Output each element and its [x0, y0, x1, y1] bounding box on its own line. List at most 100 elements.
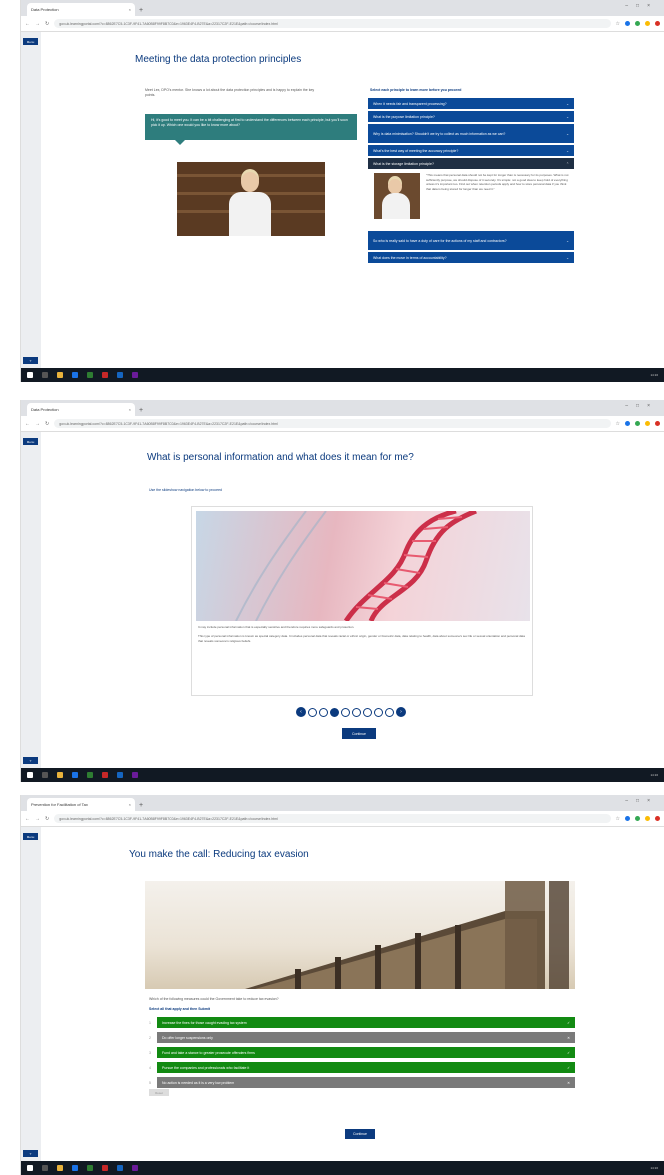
profile-avatar[interactable]: [655, 21, 660, 26]
pager-dot[interactable]: [374, 707, 383, 717]
url-input[interactable]: gov.uk.learningportal.com/?c=8862E7C5-1C…: [54, 419, 611, 428]
forward-icon[interactable]: →: [35, 21, 40, 27]
reload-icon[interactable]: ↻: [45, 816, 49, 822]
accordion-label: So who is really said to have a duty of …: [373, 238, 507, 243]
folder-icon[interactable]: [57, 1165, 63, 1171]
accordion-item-open[interactable]: What is the storage limitation principle…: [368, 158, 574, 169]
menu-button[interactable]: Menu: [23, 38, 38, 45]
profile-avatar[interactable]: [655, 421, 660, 426]
new-tab-icon[interactable]: +: [139, 407, 143, 414]
back-icon[interactable]: ←: [25, 21, 30, 27]
app-icon[interactable]: [117, 372, 123, 378]
close-tab-icon[interactable]: ×: [129, 407, 131, 412]
accordion-item[interactable]: When it needs fair and transparent proce…: [368, 98, 574, 109]
search-icon[interactable]: [42, 372, 48, 378]
extension-icon[interactable]: [625, 421, 630, 426]
pager-dot[interactable]: [352, 707, 361, 717]
app-icon[interactable]: [102, 1165, 108, 1171]
back-icon[interactable]: ←: [25, 421, 30, 427]
close-tab-icon[interactable]: ×: [129, 802, 131, 807]
help-button[interactable]: ?: [23, 1150, 38, 1157]
start-icon[interactable]: [27, 772, 33, 778]
accordion-item[interactable]: What does the move in terms of accountab…: [368, 252, 574, 263]
pager-dot[interactable]: [319, 707, 328, 717]
star-icon[interactable]: ☆: [616, 816, 620, 822]
pager-dot[interactable]: [341, 707, 350, 717]
new-tab-icon[interactable]: +: [139, 802, 143, 809]
back-icon[interactable]: ←: [25, 816, 30, 822]
extension-icon[interactable]: [635, 816, 640, 821]
window-controls[interactable]: –□×: [625, 3, 658, 9]
search-icon[interactable]: [42, 1165, 48, 1171]
browser-icon[interactable]: [72, 372, 78, 378]
pager-dot[interactable]: [308, 707, 317, 717]
app-icon[interactable]: [117, 772, 123, 778]
previous-arrow-icon[interactable]: ‹: [296, 707, 306, 717]
reload-icon[interactable]: ↻: [45, 421, 49, 427]
accordion-item[interactable]: Why is data minimisation? Shouldn't we t…: [368, 124, 574, 143]
close-tab-icon[interactable]: ×: [129, 7, 131, 12]
menu-button[interactable]: Menu: [23, 833, 38, 840]
window-controls[interactable]: –□×: [625, 798, 658, 804]
accordion-item[interactable]: So who is really said to have a duty of …: [368, 231, 574, 250]
continue-button[interactable]: Continue: [342, 728, 376, 739]
extension-icon[interactable]: [635, 421, 640, 426]
pager-dot-current[interactable]: [330, 707, 339, 717]
browser-tab[interactable]: Data Protection ×: [27, 403, 135, 416]
folder-icon[interactable]: [57, 372, 63, 378]
browser-icon[interactable]: [72, 772, 78, 778]
star-icon[interactable]: ☆: [616, 421, 620, 427]
accordion-item[interactable]: What's the best way of meeting the accur…: [368, 145, 574, 156]
url-input[interactable]: gov.uk.learningportal.com/?c=8862E7C5-1C…: [54, 814, 611, 823]
app-icon[interactable]: [87, 372, 93, 378]
extension-icon[interactable]: [625, 816, 630, 821]
window-controls[interactable]: –□×: [625, 403, 658, 409]
profile-avatar[interactable]: [655, 816, 660, 821]
start-icon[interactable]: [27, 372, 33, 378]
browser-tab[interactable]: Prevention for Facilitation of Tax ×: [27, 798, 135, 811]
help-button[interactable]: ?: [23, 357, 38, 364]
answer-option[interactable]: 4 Pursue the companies and professionals …: [149, 1062, 575, 1073]
app-icon[interactable]: [132, 772, 138, 778]
folder-icon[interactable]: [57, 772, 63, 778]
clock[interactable]: 14:16: [650, 1166, 658, 1170]
extension-icon[interactable]: [625, 21, 630, 26]
extension-icon[interactable]: [645, 421, 650, 426]
help-button[interactable]: ?: [23, 757, 38, 764]
answer-option[interactable]: 1 Increase the fines for those caught eva…: [149, 1017, 575, 1028]
menu-button[interactable]: Menu: [23, 438, 38, 445]
start-icon[interactable]: [27, 1165, 33, 1171]
app-icon[interactable]: [132, 1165, 138, 1171]
reload-icon[interactable]: ↻: [45, 21, 49, 27]
slide-paragraph: It may include personal information that…: [198, 625, 355, 629]
new-tab-icon[interactable]: +: [139, 7, 143, 14]
accordion-item[interactable]: What is the purpose limitation principle…: [368, 111, 574, 122]
extension-icon[interactable]: [645, 816, 650, 821]
forward-icon[interactable]: →: [35, 421, 40, 427]
forward-icon[interactable]: →: [35, 816, 40, 822]
clock[interactable]: 14:16: [650, 773, 658, 777]
pager-dot[interactable]: [363, 707, 372, 717]
app-icon[interactable]: [102, 372, 108, 378]
app-icon[interactable]: [117, 1165, 123, 1171]
app-icon[interactable]: [102, 772, 108, 778]
answer-option[interactable]: 3 Fund and take a stance to greater prose…: [149, 1047, 575, 1058]
browser-icon[interactable]: [72, 1165, 78, 1171]
continue-button[interactable]: Continue: [345, 1129, 375, 1139]
extensions: ☆: [616, 816, 660, 822]
app-icon[interactable]: [87, 772, 93, 778]
star-icon[interactable]: ☆: [616, 21, 620, 27]
reset-button[interactable]: Reset: [149, 1089, 169, 1096]
url-input[interactable]: gov.uk.learningportal.com/?c=8862E7C5-1C…: [54, 19, 611, 28]
extension-icon[interactable]: [635, 21, 640, 26]
search-icon[interactable]: [42, 772, 48, 778]
pager-dot[interactable]: [385, 707, 394, 717]
answer-option[interactable]: 5 No action is needed as it is a very low…: [149, 1077, 575, 1088]
clock[interactable]: 14:16: [650, 373, 658, 377]
next-arrow-icon[interactable]: ›: [396, 707, 406, 717]
browser-tab[interactable]: Data Protection ×: [27, 3, 135, 16]
app-icon[interactable]: [87, 1165, 93, 1171]
app-icon[interactable]: [132, 372, 138, 378]
extension-icon[interactable]: [645, 21, 650, 26]
answer-option[interactable]: 2 Do offer longer suspensions only ✕: [149, 1032, 575, 1043]
